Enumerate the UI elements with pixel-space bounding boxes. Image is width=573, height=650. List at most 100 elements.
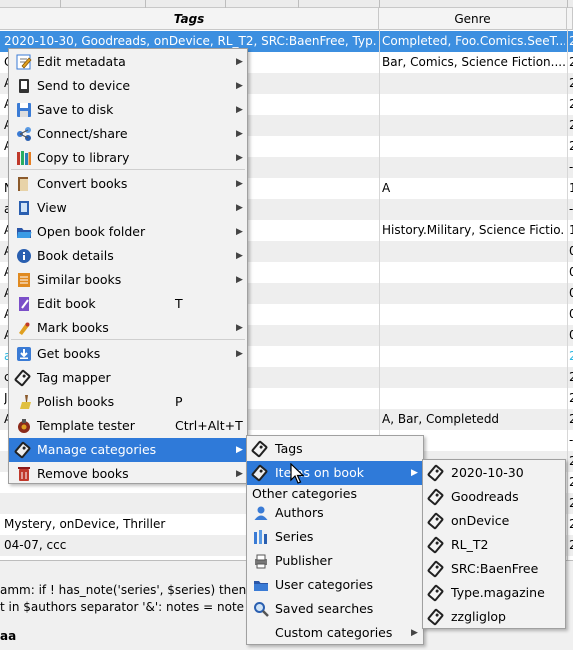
tag-icon	[250, 440, 269, 458]
genre-cell	[382, 304, 565, 325]
extra-cell: 2	[569, 517, 573, 531]
item-on-book[interactable]: SRC:BaenFree	[423, 557, 565, 581]
column-header-genre[interactable]: Genre	[379, 8, 567, 30]
menu-item-edit-metadata[interactable]: Edit metadata ▶	[9, 50, 247, 74]
menu-item-label: Items on book	[275, 465, 364, 480]
tag-icon	[426, 488, 445, 506]
menu-item-series[interactable]: Series	[247, 525, 423, 549]
menu-item-manage-categories[interactable]: Manage categories ▶	[9, 438, 247, 462]
context-menu[interactable]: Edit metadata ▶ Send to device ▶ Save to dis…	[8, 48, 248, 484]
menu-item-template-tester[interactable]: Template tester Ctrl+Alt+T	[9, 414, 247, 438]
item-on-book[interactable]: onDevice	[423, 509, 565, 533]
menu-item-items-on-book[interactable]: Items on book ▶	[247, 461, 423, 485]
menu-item-label: Get books	[37, 346, 101, 361]
menu-item-polish-books[interactable]: Polish books P	[9, 390, 247, 414]
header-divider	[60, 0, 61, 8]
extra-cell: 2	[569, 412, 573, 426]
menu-item-send-to-device[interactable]: Send to device ▶	[9, 74, 247, 98]
similar-books-icon	[16, 272, 32, 288]
menu-item-label: Custom categories	[275, 625, 393, 640]
genre-cell: History.Military, Science Fictio...	[382, 223, 565, 237]
details-line: amm: if ! has_note('series', $series) th…	[0, 583, 247, 597]
menu-item-similar-books[interactable]: Similar books ▶	[9, 268, 247, 292]
submenu-arrow-icon: ▶	[236, 105, 243, 115]
extra-cell: 0	[569, 265, 573, 279]
submenu-arrow-icon: ▶	[236, 275, 243, 285]
submenu-arrow-icon: ▶	[411, 628, 418, 638]
menu-item-label: Tag mapper	[37, 370, 111, 385]
genre-cell	[382, 73, 565, 94]
extra-cell: -	[569, 160, 573, 174]
menu-item-book-details[interactable]: Book details ▶	[9, 244, 247, 268]
manage-categories-submenu[interactable]: Tags Items on book ▶ Other categories Au…	[246, 435, 424, 645]
submenu-arrow-icon: ▶	[236, 129, 243, 139]
header-divider	[145, 0, 146, 8]
menu-item-remove-books[interactable]: Remove books ▶	[9, 462, 247, 486]
extra-cell: 0	[569, 244, 573, 258]
extra-cell: 0	[569, 286, 573, 300]
extra-cell: 2	[569, 538, 573, 552]
genre-cell	[382, 94, 565, 115]
publisher-icon	[253, 553, 269, 569]
menu-item-label: Similar books	[37, 272, 122, 287]
menu-item-edit-book[interactable]: Edit book T	[9, 292, 247, 316]
details-line: aa	[0, 629, 17, 643]
menu-item-tag-mapper[interactable]: Tag mapper	[9, 366, 247, 390]
menu-item-connect-share[interactable]: Connect/share ▶	[9, 122, 247, 146]
submenu-arrow-icon: ▶	[236, 179, 243, 189]
menu-item-get-books[interactable]: Get books ▶	[9, 342, 247, 366]
menu-item-shortcut: T	[175, 296, 183, 311]
submenu-arrow-icon: ▶	[236, 203, 243, 213]
column-header-tags[interactable]: Tags	[0, 8, 379, 30]
menu-item-open-book-folder[interactable]: Open book folder ▶	[9, 220, 247, 244]
edit-metadata-icon	[16, 54, 32, 70]
menu-item-custom-categories[interactable]: Custom categories ▶	[247, 621, 423, 645]
menu-item-copy-to-library[interactable]: Copy to library ▶	[9, 146, 247, 170]
extra-cell: 0	[569, 328, 573, 342]
genre-cell: A, Bar, Completedd	[382, 412, 500, 426]
extra-cell: 2	[569, 55, 573, 69]
item-on-book[interactable]: 2020-10-30	[423, 461, 565, 485]
menu-item-publisher[interactable]: Publisher	[247, 549, 423, 573]
submenu-arrow-icon: ▶	[236, 469, 243, 479]
item-on-book[interactable]: RL_T2	[423, 533, 565, 557]
extra-cell: -	[569, 202, 573, 216]
extra-cell: 2	[569, 139, 573, 153]
convert-books-icon	[16, 176, 32, 192]
extra-cell: 2	[569, 370, 573, 384]
menu-item-view[interactable]: View ▶	[9, 196, 247, 220]
menu-item-label: zzgliglop	[451, 609, 506, 624]
folder-icon	[253, 577, 269, 593]
menu-item-label: Publisher	[275, 553, 333, 568]
menu-item-saved-searches[interactable]: Saved searches	[247, 597, 423, 621]
items-on-book-submenu[interactable]: 2020-10-30 Goodreads onDevice RL_T2 SRC:Baen…	[422, 459, 566, 629]
save-to-disk-icon	[16, 102, 32, 118]
menu-item-label: RL_T2	[451, 537, 489, 552]
menu-item-label: View	[37, 200, 67, 215]
series-icon	[253, 529, 269, 545]
item-on-book[interactable]: Goodreads	[423, 485, 565, 509]
menu-item-shortcut: Ctrl+Alt+T	[175, 418, 243, 433]
menu-item-convert-books[interactable]: Convert books ▶	[9, 172, 247, 196]
menu-item-tags[interactable]: Tags	[247, 437, 423, 461]
mouse-cursor-icon	[290, 463, 304, 484]
mark-books-icon	[16, 320, 32, 336]
template-tester-icon	[16, 418, 32, 434]
header-strip	[0, 0, 573, 8]
item-on-book[interactable]: Type.magazine	[423, 581, 565, 605]
menu-item-save-to-disk[interactable]: Save to disk ▶	[9, 98, 247, 122]
menu-item-user-categories[interactable]: User categories	[247, 573, 423, 597]
menu-item-authors[interactable]: Authors	[247, 501, 423, 525]
item-on-book[interactable]: zzgliglop	[423, 605, 565, 629]
menu-item-mark-books[interactable]: Mark books ▶	[9, 316, 247, 340]
genre-cell	[382, 388, 565, 409]
extra-cell: -	[569, 433, 573, 447]
column-header-extra[interactable]	[567, 8, 573, 30]
tag-icon	[426, 464, 445, 482]
genre-cell	[382, 262, 565, 283]
submenu-arrow-icon: ▶	[236, 349, 243, 359]
tag-icon	[426, 584, 445, 602]
menu-item-label: Copy to library	[37, 150, 130, 165]
genre-cell	[382, 283, 565, 304]
genre-cell	[382, 346, 565, 367]
